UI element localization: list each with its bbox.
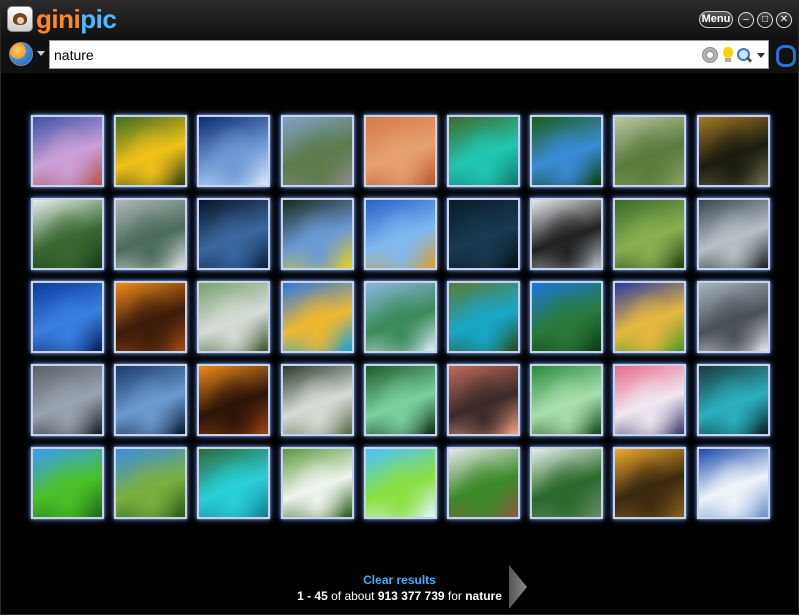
thumbnail-blue-coast[interactable] — [31, 281, 104, 353]
thumbnail-jungle-blue[interactable] — [530, 281, 603, 353]
minimize-button[interactable]: – — [738, 12, 754, 28]
thumbnail-elf-character[interactable] — [447, 447, 520, 519]
app-window: ginipic Menu – □ ✕ Clear results 1 - 45 … — [0, 0, 799, 615]
search-input[interactable] — [54, 45, 694, 65]
clear-results-link[interactable]: Clear results — [1, 573, 798, 587]
thumbnail-palm-sunset[interactable] — [197, 364, 270, 436]
results-footer: Clear results 1 - 45 of about 913 377 73… — [1, 569, 798, 609]
thumbnail-green-lake[interactable] — [447, 115, 520, 187]
thumbnail-moon-sea[interactable] — [197, 198, 270, 270]
thumbnail-rocky-sunset[interactable] — [447, 364, 520, 436]
thumbnail-teal-waterfall[interactable] — [697, 364, 770, 436]
thumbnail-alpine-lake[interactable] — [364, 198, 437, 270]
image-results-grid — [31, 115, 771, 523]
thumbnail-cascade[interactable] — [447, 281, 520, 353]
thumbnail-white-flowers[interactable] — [281, 447, 354, 519]
thumbnail-yellow-flowers-forest[interactable] — [281, 198, 354, 270]
thumbnail-forest-waterfall[interactable] — [613, 198, 686, 270]
search-box — [49, 40, 769, 69]
results-of-about: of about — [327, 589, 378, 603]
search-icon[interactable] — [736, 47, 752, 63]
thumbnail-old-barn[interactable] — [114, 198, 187, 270]
results-summary: 1 - 45 of about 913 377 739 for nature — [1, 589, 798, 603]
thumbnail-garden-path[interactable] — [613, 115, 686, 187]
thumbnail-reflection-lake[interactable] — [697, 115, 770, 187]
thumbnail-pink-winter[interactable] — [613, 364, 686, 436]
thumbnail-orange-canyon[interactable] — [114, 281, 187, 353]
thumbnail-calm-lake[interactable] — [364, 281, 437, 353]
ginipic-logo-icon — [7, 6, 33, 32]
thumbnail-green-waterfall[interactable] — [364, 364, 437, 436]
app-logo: ginipic — [7, 4, 117, 34]
thumbnail-night-crescent[interactable] — [447, 198, 520, 270]
thumbnail-rocky-river[interactable] — [197, 281, 270, 353]
thumbnail-palm-canopy[interactable] — [530, 447, 603, 519]
thumbnail-mossy-falls[interactable] — [530, 364, 603, 436]
results-range: 1 - 45 — [297, 589, 328, 603]
thumbnail-storm-clouds[interactable] — [697, 198, 770, 270]
results-query: nature — [465, 589, 502, 603]
thumbnail-blue-storm[interactable] — [114, 364, 187, 436]
thumbnail-meadow-stream[interactable] — [31, 447, 104, 519]
app-logo-text: ginipic — [36, 4, 117, 34]
logo-text-gini: gini — [36, 4, 81, 34]
thumbnail-lone-tree[interactable] — [114, 447, 187, 519]
thumbnail-lightning[interactable] — [31, 364, 104, 436]
thumbnail-sunflowers[interactable] — [114, 115, 187, 187]
logo-text-pic: pic — [80, 4, 117, 34]
thumbnail-misty-branch[interactable] — [697, 281, 770, 353]
thumbnail-river-cliffs[interactable] — [31, 198, 104, 270]
thumbnail-hummingbird[interactable] — [364, 115, 437, 187]
thumbnail-canyon-sunset[interactable] — [31, 115, 104, 187]
thumbnail-turquoise-pool[interactable] — [197, 447, 270, 519]
search-engine-dropdown-icon[interactable] — [37, 51, 45, 56]
thumbnail-desert-pools[interactable] — [281, 281, 354, 353]
close-button[interactable]: ✕ — [776, 12, 792, 28]
results-total: 913 377 739 — [377, 589, 445, 603]
thumbnail-green-field-sunset[interactable] — [613, 281, 686, 353]
thumbnail-cartoon-hills[interactable] — [364, 447, 437, 519]
thumbnail-mountain-stream[interactable] — [281, 115, 354, 187]
settings-gear-icon[interactable] — [702, 47, 718, 63]
search-toolbar — [1, 37, 798, 73]
title-bar[interactable]: ginipic Menu – □ ✕ — [1, 1, 798, 37]
search-engine-globe-icon[interactable] — [9, 42, 33, 66]
thumbnail-snowy-peaks[interactable] — [697, 447, 770, 519]
search-history-dropdown-icon[interactable] — [757, 53, 765, 58]
suggestions-bulb-icon[interactable] — [720, 47, 736, 63]
menu-button[interactable]: Menu — [699, 11, 733, 28]
results-for: for — [444, 589, 466, 603]
thumbnail-waterfall-cliff[interactable] — [281, 364, 354, 436]
thumbnail-golden-forest[interactable] — [613, 447, 686, 519]
thumbnail-penguins[interactable] — [530, 198, 603, 270]
thumbnail-blue-butterfly[interactable] — [530, 115, 603, 187]
maximize-button[interactable]: □ — [757, 12, 773, 28]
refresh-icon[interactable] — [774, 43, 796, 67]
thumbnail-dandelion-sky[interactable] — [197, 115, 270, 187]
